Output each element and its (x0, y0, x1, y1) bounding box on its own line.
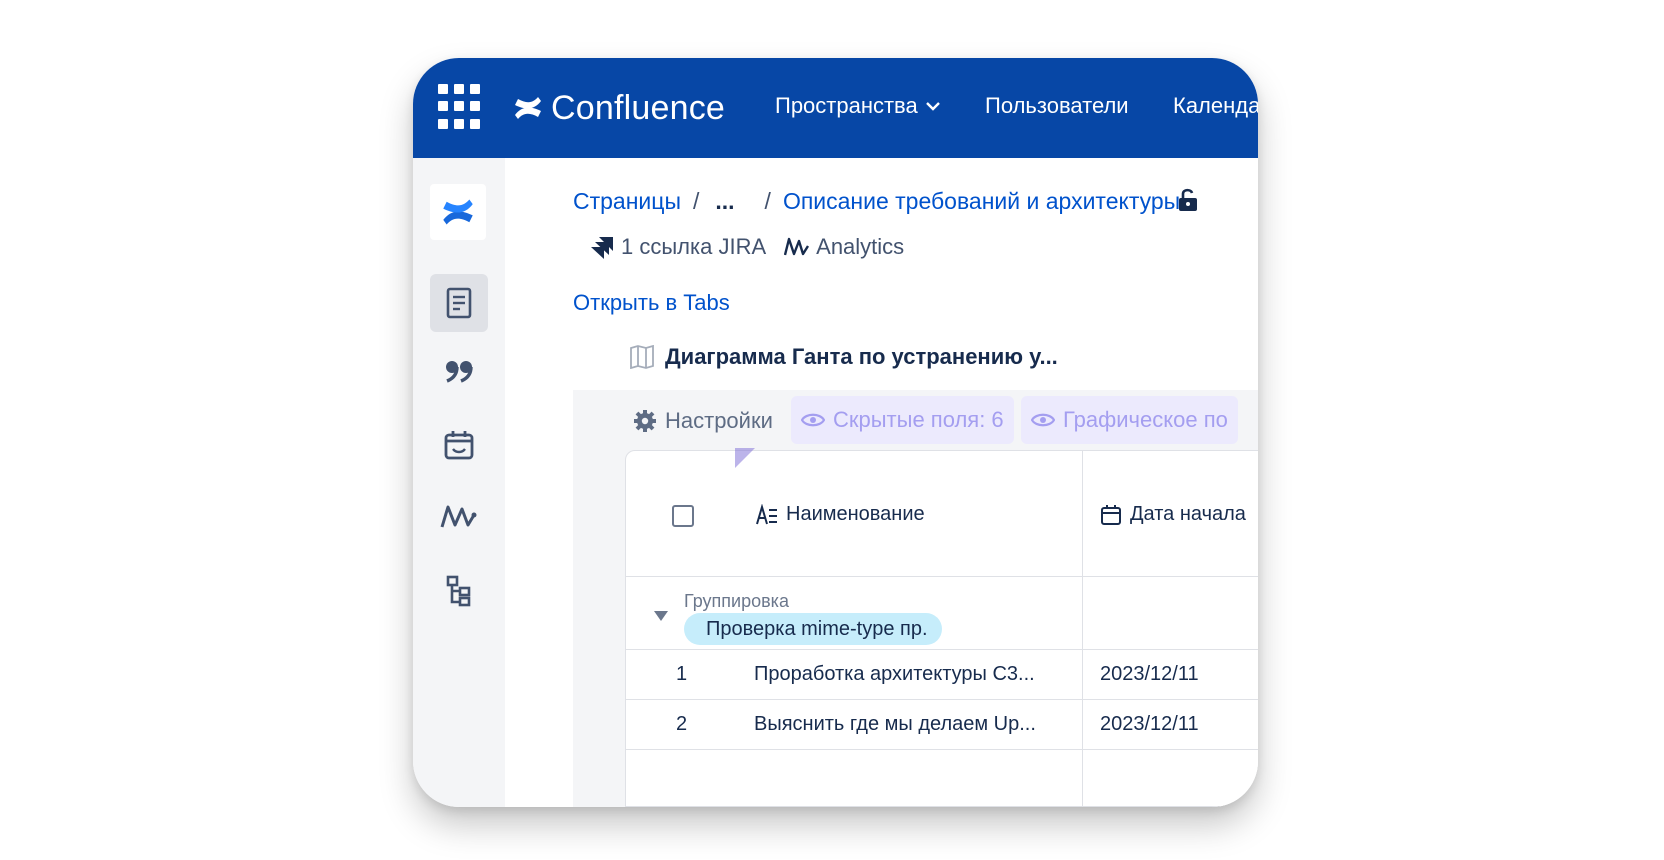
hidden-fields-label: Скрытые поля: 6 (833, 407, 1004, 432)
breadcrumb-separator: / (764, 188, 771, 214)
select-all-checkbox[interactable] (672, 505, 694, 527)
quote-icon[interactable] (430, 342, 488, 400)
column-header-name-label: Наименование (786, 503, 925, 525)
gantt-title-text: Диаграмма Ганта по устранению у... (665, 344, 1058, 369)
sidebar-rail (413, 158, 505, 807)
jira-icon (591, 237, 613, 259)
row-name-cell[interactable]: Проработка архитектуры С3... (754, 663, 1035, 686)
confluence-mark-icon (515, 97, 541, 119)
breadcrumb-current[interactable]: Описание требований и архитектуры (783, 188, 1180, 215)
row-name-cell[interactable]: Выяснить где мы делаем Up... (754, 713, 1036, 736)
gantt-title: Диаграмма Ганта по устранению у... (629, 344, 1058, 370)
app-window: Confluence Пространства Пользователи Кал… (413, 58, 1258, 807)
nav-spaces-label: Пространства (775, 93, 918, 118)
page-meta: 1 ссылка JIRA Analytics (589, 234, 904, 260)
top-nav: Confluence Пространства Пользователи Кал… (413, 58, 1258, 158)
nav-users[interactable]: Пользователи (985, 93, 1129, 119)
confluence-logo[interactable]: Confluence (513, 86, 725, 130)
breadcrumb-pages[interactable]: Страницы (573, 188, 681, 215)
logo-text: Confluence (551, 88, 726, 127)
column-header-start-date-label: Дата начала (1130, 503, 1246, 525)
header-divider (626, 576, 1258, 577)
row-number: 2 (676, 713, 688, 735)
caret-down-icon[interactable] (654, 611, 668, 621)
space-logo-icon[interactable] (430, 184, 486, 240)
text-field-icon (756, 503, 777, 524)
column-marker (735, 448, 755, 468)
analytics-link[interactable]: Analytics (816, 234, 904, 260)
eye-icon (801, 413, 825, 427)
group-chip[interactable]: Проверка mime-type пр. (684, 613, 942, 645)
gantt-table: Наименование Дата начала Группировка Про… (625, 450, 1258, 807)
breadcrumb-separator: / (692, 188, 700, 214)
app-switcher-icon[interactable] (438, 84, 484, 130)
gantt-table-container: Настройки Скрытые поля: 6 Графическое по (573, 390, 1258, 807)
group-label: Группировка (684, 591, 789, 611)
graph-view-label: Графическое по (1063, 407, 1228, 432)
column-header-name[interactable]: Наименование (756, 503, 925, 526)
column-header-start-date[interactable]: Дата начала (1100, 503, 1246, 526)
hidden-fields-button[interactable]: Скрытые поля: 6 (791, 396, 1014, 444)
open-in-tabs-link[interactable]: Открыть в Tabs (573, 290, 730, 316)
column-divider (1082, 451, 1083, 806)
settings-button[interactable]: Настройки (633, 408, 773, 434)
map-icon (630, 345, 654, 369)
analytics-icon (784, 237, 810, 256)
row-divider (626, 699, 1258, 700)
jira-links[interactable]: 1 ссылка JIRA (621, 234, 766, 260)
calendar-icon[interactable] (430, 416, 488, 474)
row-divider (626, 749, 1258, 750)
pages-icon[interactable] (430, 274, 488, 332)
row-number: 1 (676, 663, 688, 685)
row-date-cell[interactable]: 2023/12/11 (1100, 663, 1199, 686)
analytics-icon[interactable] (430, 488, 488, 546)
eye-icon (1031, 413, 1055, 427)
breadcrumb: Страницы / ... / Описание требований и а… (573, 188, 1180, 215)
calendar-icon (1101, 504, 1121, 525)
gear-icon (634, 410, 656, 432)
page-content: Страницы / ... / Описание требований и а… (505, 158, 1258, 807)
breadcrumb-ellipsis[interactable]: ... (715, 188, 734, 215)
nav-calendars[interactable]: Календа (1173, 93, 1258, 119)
table-toolbar: Настройки Скрытые поля: 6 Графическое по (573, 390, 1258, 452)
tree-icon[interactable] (430, 562, 488, 620)
unlock-icon[interactable] (1177, 188, 1199, 212)
settings-label: Настройки (665, 408, 773, 433)
row-divider (626, 649, 1258, 650)
nav-spaces[interactable]: Пространства (775, 93, 940, 119)
graph-view-button[interactable]: Графическое по (1021, 396, 1238, 444)
chevron-down-icon (925, 102, 940, 111)
row-date-cell[interactable]: 2023/12/11 (1100, 713, 1199, 736)
